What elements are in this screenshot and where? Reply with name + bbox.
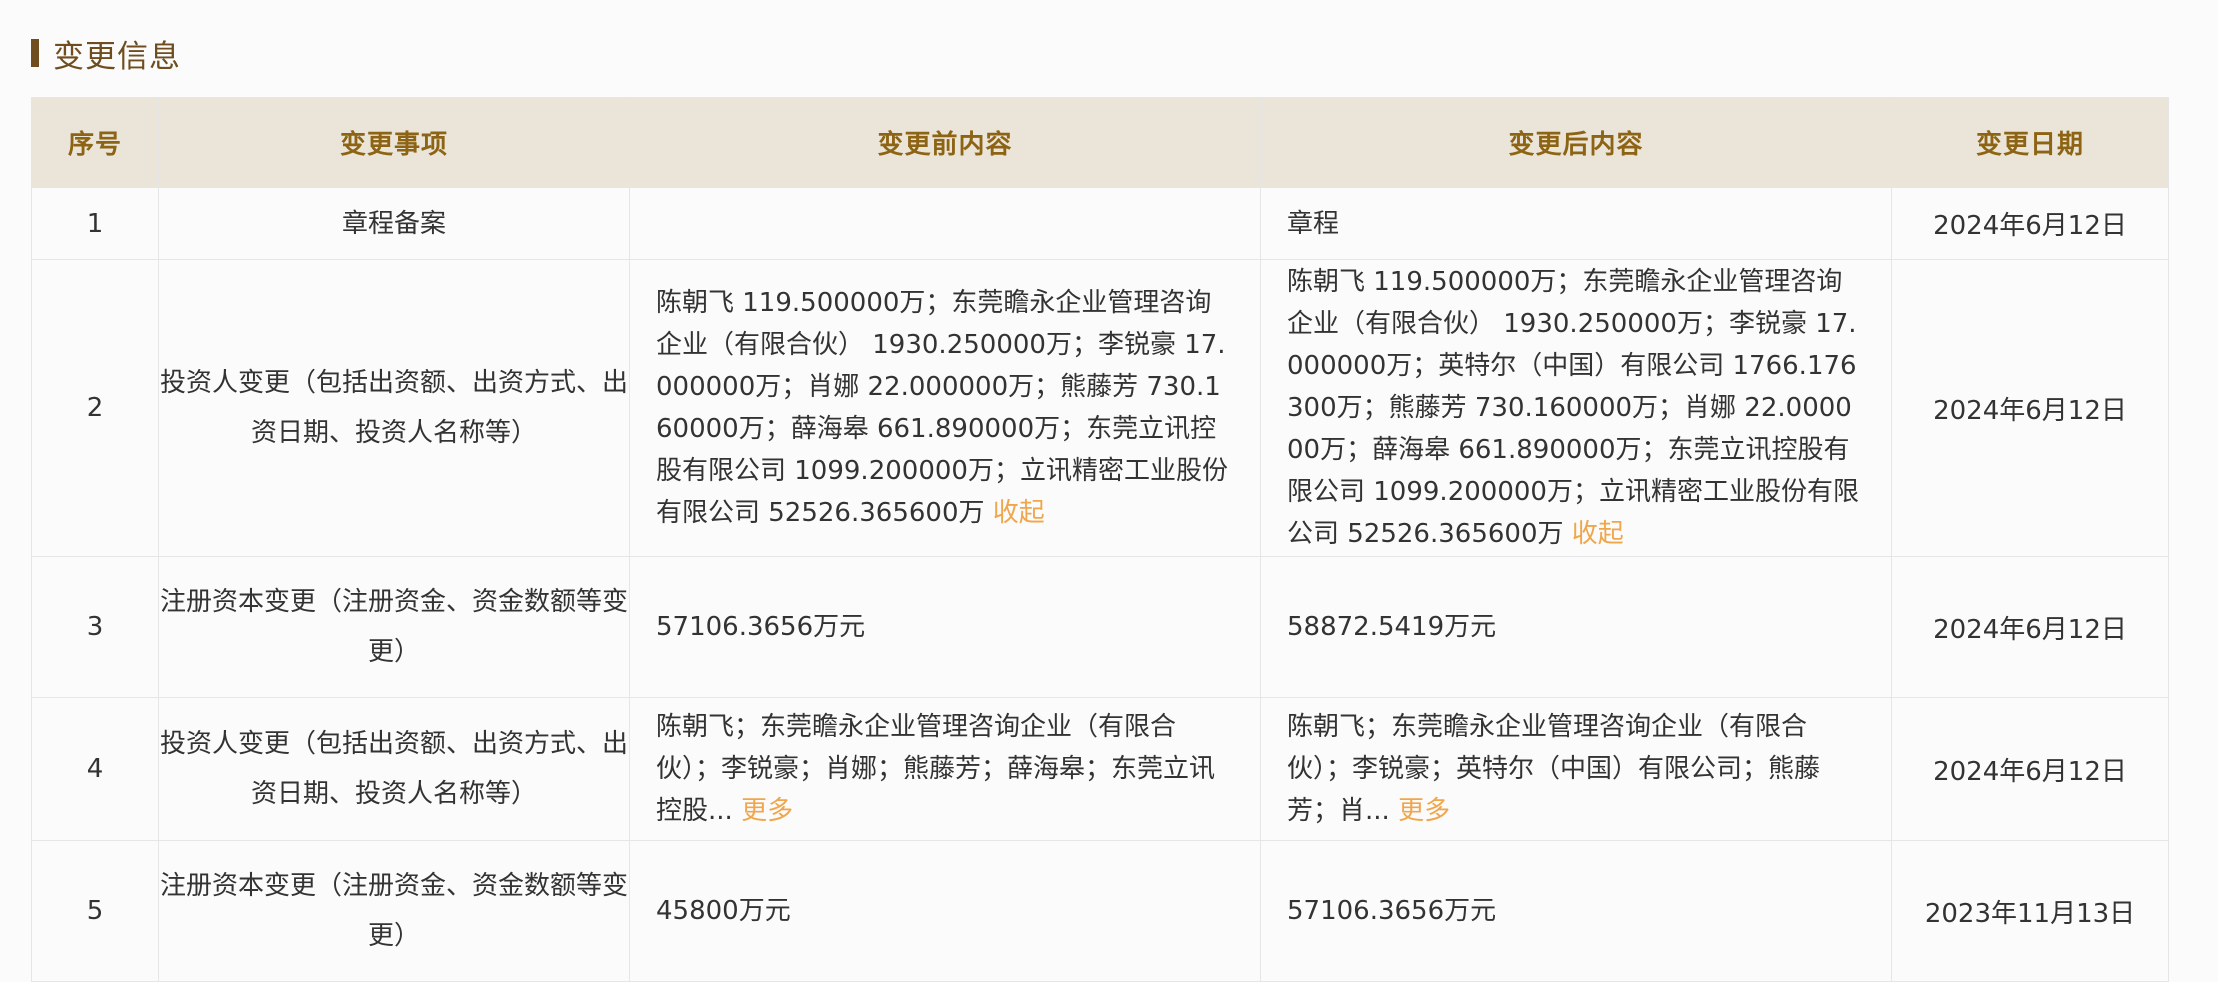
cell-item: 投资人变更（包括出资额、出资方式、出资日期、投资人名称等） [158, 259, 630, 557]
cell-before: 57106.3656万元 [629, 556, 1261, 698]
more-link[interactable]: 更多 [1398, 796, 1450, 826]
cell-after-text: 陈朝飞 119.500000万；东莞瞻永企业管理咨询企业（有限合伙） 1930.… [1287, 267, 1859, 549]
header-before: 变更前内容 [629, 97, 1261, 188]
cell-item: 注册资本变更（注册资金、资金数额等变更） [158, 556, 630, 698]
header-no: 序号 [31, 97, 159, 188]
cell-after-text: 陈朝飞；东莞瞻永企业管理咨询企业（有限合伙）；李锐豪；英特尔（中国）有限公司；熊… [1287, 712, 1821, 826]
cell-date: 2023年11月13日 [1891, 840, 2169, 982]
cell-after: 陈朝飞 119.500000万；东莞瞻永企业管理咨询企业（有限合伙） 1930.… [1260, 259, 1892, 557]
cell-no: 3 [31, 556, 159, 698]
cell-no: 4 [31, 697, 159, 841]
table-row: 3 注册资本变更（注册资金、资金数额等变更） 57106.3656万元 5887… [31, 556, 2169, 698]
cell-date: 2024年6月12日 [1891, 697, 2169, 841]
cell-after: 57106.3656万元 [1260, 840, 1892, 982]
cell-before: 陈朝飞 119.500000万；东莞瞻永企业管理咨询企业（有限合伙） 1930.… [629, 259, 1261, 557]
cell-after: 章程 [1260, 187, 1892, 260]
cell-before: 45800万元 [629, 840, 1261, 982]
table-row: 5 注册资本变更（注册资金、资金数额等变更） 45800万元 57106.365… [31, 840, 2169, 982]
table-row: 4 投资人变更（包括出资额、出资方式、出资日期、投资人名称等） 陈朝飞；东莞瞻永… [31, 697, 2169, 841]
header-after: 变更后内容 [1260, 97, 1892, 188]
cell-no: 5 [31, 840, 159, 982]
section-title: 变更信息 [53, 38, 181, 75]
cell-no: 2 [31, 259, 159, 557]
cell-date: 2024年6月12日 [1891, 259, 2169, 557]
cell-after: 58872.5419万元 [1260, 556, 1892, 698]
header-date: 变更日期 [1891, 97, 2169, 188]
cell-item: 章程备案 [158, 187, 630, 260]
cell-date: 2024年6月12日 [1891, 556, 2169, 698]
section-header: 变更信息 [31, 30, 181, 76]
cell-item: 注册资本变更（注册资金、资金数额等变更） [158, 840, 630, 982]
header-item: 变更事项 [158, 97, 630, 188]
cell-before-text: 陈朝飞 119.500000万；东莞瞻永企业管理咨询企业（有限合伙） 1930.… [656, 288, 1228, 528]
table-header-row: 序号 变更事项 变更前内容 变更后内容 变更日期 [31, 97, 2169, 188]
cell-before [629, 187, 1261, 260]
table-row: 2 投资人变更（包括出资额、出资方式、出资日期、投资人名称等） 陈朝飞 119.… [31, 259, 2169, 557]
cell-no: 1 [31, 187, 159, 260]
cell-date: 2024年6月12日 [1891, 187, 2169, 260]
more-link[interactable]: 更多 [741, 796, 793, 826]
collapse-link[interactable]: 收起 [993, 498, 1045, 528]
collapse-link[interactable]: 收起 [1572, 519, 1624, 549]
cell-after: 陈朝飞；东莞瞻永企业管理咨询企业（有限合伙）；李锐豪；英特尔（中国）有限公司；熊… [1260, 697, 1892, 841]
cell-item: 投资人变更（包括出资额、出资方式、出资日期、投资人名称等） [158, 697, 630, 841]
table-row: 1 章程备案 章程 2024年6月12日 [31, 187, 2169, 260]
change-info-table: 序号 变更事项 变更前内容 变更后内容 变更日期 1 章程备案 章程 2024年… [31, 97, 2169, 982]
cell-before: 陈朝飞；东莞瞻永企业管理咨询企业（有限合伙）；李锐豪；肖娜；熊藤芳；薛海皋；东莞… [629, 697, 1261, 841]
cell-before-text: 陈朝飞；东莞瞻永企业管理咨询企业（有限合伙）；李锐豪；肖娜；熊藤芳；薛海皋；东莞… [656, 712, 1216, 826]
section-marker [31, 39, 39, 67]
